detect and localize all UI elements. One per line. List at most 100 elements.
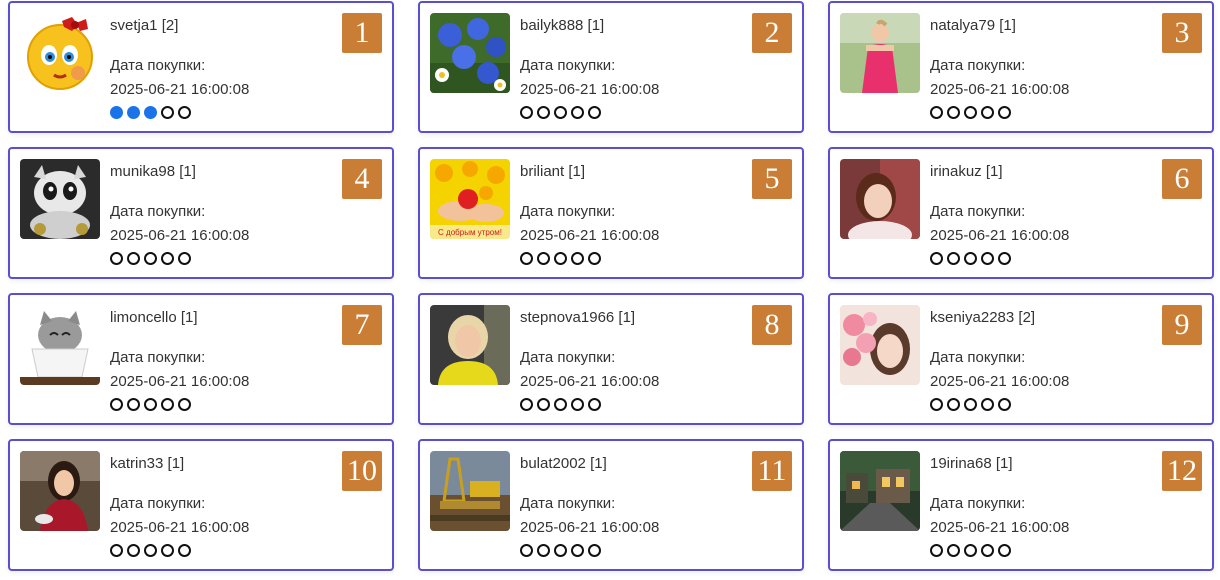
emoji-girl-icon <box>20 13 100 93</box>
rating-dot[interactable] <box>947 252 960 265</box>
rating-dot[interactable] <box>588 106 601 119</box>
rating-dots <box>110 398 191 411</box>
rank-badge: 4 <box>342 159 382 199</box>
rating-dot[interactable] <box>947 106 960 119</box>
avatar[interactable] <box>20 451 100 531</box>
rating-dots <box>930 544 1011 557</box>
rating-dot[interactable] <box>981 398 994 411</box>
username[interactable]: briliant [1] <box>520 163 585 180</box>
username[interactable]: stepnova1966 [1] <box>520 309 635 326</box>
cornflowers-photo-icon <box>430 13 510 93</box>
avatar[interactable] <box>20 13 100 93</box>
rating-dot[interactable] <box>537 106 550 119</box>
rating-dot[interactable] <box>110 398 123 411</box>
rating-dot[interactable] <box>161 252 174 265</box>
rating-dot[interactable] <box>964 398 977 411</box>
avatar[interactable] <box>430 451 510 531</box>
rating-dot[interactable] <box>930 106 943 119</box>
rating-dot[interactable] <box>998 398 1011 411</box>
rating-dots <box>110 106 191 119</box>
rating-dot[interactable] <box>981 252 994 265</box>
username[interactable]: kseniya2283 [2] <box>930 309 1035 326</box>
purchase-date-label: Дата покупки: <box>930 495 1026 512</box>
rating-dot[interactable] <box>127 106 140 119</box>
rating-dot[interactable] <box>520 106 533 119</box>
rating-dot[interactable] <box>161 398 174 411</box>
rating-dot[interactable] <box>554 544 567 557</box>
username[interactable]: 19irina68 [1] <box>930 455 1013 472</box>
username[interactable]: irinakuz [1] <box>930 163 1003 180</box>
rating-dot[interactable] <box>981 106 994 119</box>
username[interactable]: natalya79 [1] <box>930 17 1016 34</box>
rating-dot[interactable] <box>964 106 977 119</box>
rating-dot[interactable] <box>161 106 174 119</box>
rating-dot[interactable] <box>981 544 994 557</box>
rating-dot[interactable] <box>588 398 601 411</box>
rating-dot[interactable] <box>571 544 584 557</box>
username[interactable]: bulat2002 [1] <box>520 455 607 472</box>
avatar[interactable] <box>840 305 920 385</box>
rating-dot[interactable] <box>127 544 140 557</box>
avatar[interactable] <box>20 305 100 385</box>
rating-dot[interactable] <box>588 544 601 557</box>
purchase-date: 2025-06-21 16:00:08 <box>110 519 250 536</box>
rating-dot[interactable] <box>144 544 157 557</box>
girl-with-flowers-photo-icon <box>840 305 920 385</box>
avatar[interactable] <box>430 305 510 385</box>
rating-dot[interactable] <box>554 398 567 411</box>
username[interactable]: bailyk888 [1] <box>520 17 604 34</box>
rank-badge: 11 <box>752 451 792 491</box>
buyer-card: limoncello [1] Дата покупки: 2025-06-21 … <box>8 293 394 425</box>
rating-dot[interactable] <box>144 398 157 411</box>
username[interactable]: svetja1 [2] <box>110 17 178 34</box>
rating-dot[interactable] <box>998 544 1011 557</box>
avatar[interactable]: С добрым утром! <box>430 159 510 239</box>
rating-dot[interactable] <box>571 106 584 119</box>
rating-dot[interactable] <box>144 252 157 265</box>
woman-pink-dress-photo-icon <box>840 13 920 93</box>
username[interactable]: limoncello [1] <box>110 309 198 326</box>
rating-dot[interactable] <box>110 252 123 265</box>
rating-dot[interactable] <box>554 252 567 265</box>
rating-dot[interactable] <box>947 544 960 557</box>
rating-dot[interactable] <box>930 252 943 265</box>
buyer-card: stepnova1966 [1] Дата покупки: 2025-06-2… <box>418 293 804 425</box>
rating-dot[interactable] <box>571 398 584 411</box>
rating-dot[interactable] <box>178 252 191 265</box>
rating-dot[interactable] <box>554 106 567 119</box>
avatar[interactable] <box>840 159 920 239</box>
rating-dot[interactable] <box>964 544 977 557</box>
rating-dot[interactable] <box>520 398 533 411</box>
rating-dot[interactable] <box>947 398 960 411</box>
rating-dot[interactable] <box>537 398 550 411</box>
rating-dot[interactable] <box>110 106 123 119</box>
rating-dot[interactable] <box>998 106 1011 119</box>
rating-dot[interactable] <box>178 398 191 411</box>
rating-dot[interactable] <box>537 544 550 557</box>
avatar[interactable] <box>840 13 920 93</box>
rating-dot[interactable] <box>161 544 174 557</box>
rating-dot[interactable] <box>178 544 191 557</box>
rating-dot[interactable] <box>571 252 584 265</box>
rating-dot[interactable] <box>178 106 191 119</box>
rating-dot[interactable] <box>127 252 140 265</box>
woman-portrait-photo-icon <box>840 159 920 239</box>
rating-dot[interactable] <box>144 106 157 119</box>
rating-dot[interactable] <box>964 252 977 265</box>
purchase-date-label: Дата покупки: <box>520 57 616 74</box>
rating-dot[interactable] <box>930 544 943 557</box>
rating-dot[interactable] <box>998 252 1011 265</box>
rating-dot[interactable] <box>588 252 601 265</box>
rating-dot[interactable] <box>127 398 140 411</box>
avatar[interactable] <box>840 451 920 531</box>
avatar[interactable] <box>20 159 100 239</box>
rating-dot[interactable] <box>537 252 550 265</box>
rating-dot[interactable] <box>520 252 533 265</box>
avatar[interactable] <box>430 13 510 93</box>
rating-dot[interactable] <box>930 398 943 411</box>
username[interactable]: munika98 [1] <box>110 163 196 180</box>
username[interactable]: katrin33 [1] <box>110 455 184 472</box>
rating-dot[interactable] <box>520 544 533 557</box>
purchase-date: 2025-06-21 16:00:08 <box>520 81 660 98</box>
rating-dot[interactable] <box>110 544 123 557</box>
